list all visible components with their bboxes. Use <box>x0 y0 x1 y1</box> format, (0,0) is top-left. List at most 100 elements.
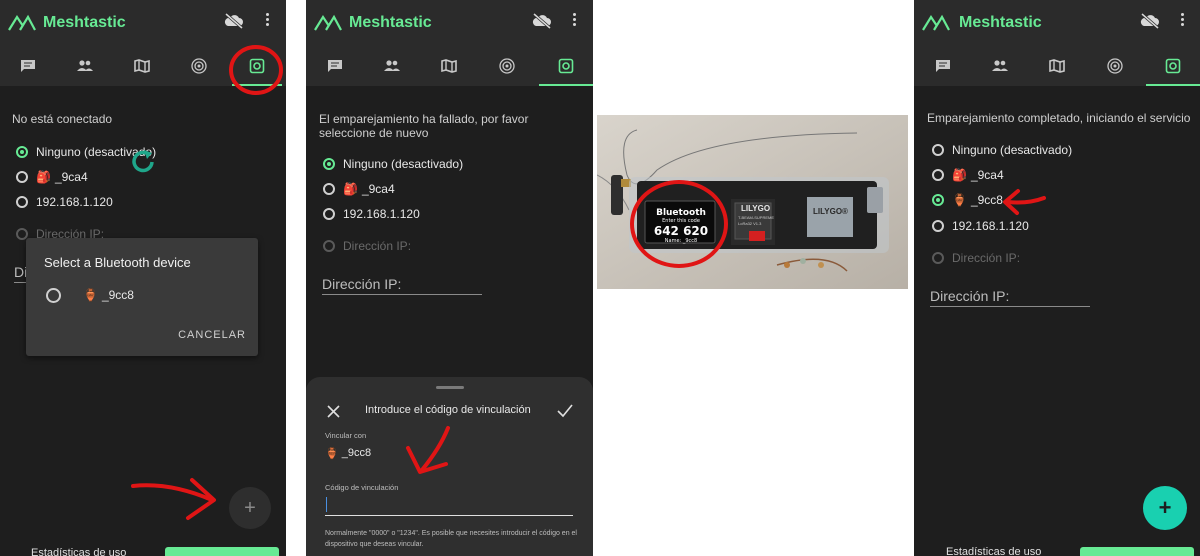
option-ip[interactable]: 192.168.1.120 <box>932 216 1029 236</box>
bottom-button[interactable] <box>165 547 279 556</box>
board-brand: LILYGO <box>741 204 771 213</box>
map-icon <box>441 59 457 73</box>
bottom-button[interactable] <box>1080 547 1194 556</box>
ip-address-field[interactable]: Dirección IP: <box>930 288 1090 307</box>
radio[interactable] <box>323 208 335 220</box>
radio[interactable] <box>932 220 944 232</box>
connection-status: El emparejamiento ha fallado, por favor … <box>319 112 529 140</box>
tab-messages[interactable] <box>918 46 968 86</box>
pairing-hint: Normalmente "0000" o "1234". Es posible … <box>325 530 577 548</box>
connection-status: No está conectado <box>12 112 113 126</box>
tab-map[interactable] <box>424 46 474 86</box>
tab-settings[interactable] <box>232 46 282 86</box>
map-icon <box>134 59 150 73</box>
pairing-code-input[interactable] <box>325 495 573 516</box>
option-none[interactable]: Ninguno (desactivado) <box>16 142 156 162</box>
radio[interactable] <box>932 144 944 156</box>
channel-icon <box>1107 58 1123 74</box>
settings-icon <box>558 58 574 74</box>
option-label: 192.168.1.120 <box>952 219 1029 233</box>
radio-selected[interactable] <box>323 158 335 170</box>
device-emoji-icon: 🎒 <box>36 170 51 184</box>
option-label: Dirección IP: <box>952 251 1021 265</box>
tab-channel[interactable] <box>482 46 532 86</box>
option-label: 192.168.1.120 <box>343 207 420 221</box>
meshtastic-logo-icon <box>314 14 342 31</box>
add-fab[interactable]: + <box>1143 486 1187 530</box>
device-photo: Bluetooth Enter this code 642 620 Name: … <box>597 115 908 289</box>
tab-settings[interactable] <box>539 46 593 86</box>
app-title: Meshtastic <box>959 14 1042 31</box>
more-vert-icon[interactable] <box>264 13 270 29</box>
cloud-off-icon[interactable] <box>224 13 244 29</box>
cloud-off-icon[interactable] <box>1140 13 1160 29</box>
device-emoji-icon: 🏺 <box>83 288 98 302</box>
tab-channel[interactable] <box>1090 46 1140 86</box>
add-fab[interactable]: + <box>229 487 271 529</box>
device-emoji-icon: 🎒 <box>343 182 358 196</box>
link-device: 🏺 _9cc8 <box>325 443 371 463</box>
board-model: T-BEAM-SUPREME <box>738 215 775 220</box>
option-device-9ca4[interactable]: 🎒 _9ca4 <box>932 165 1004 185</box>
option-ip-address[interactable]: Dirección IP: <box>323 236 411 256</box>
tab-messages[interactable] <box>310 46 360 86</box>
option-none[interactable]: Ninguno (desactivado) <box>932 140 1072 160</box>
tab-map[interactable] <box>1032 46 1082 86</box>
option-ip[interactable]: 192.168.1.120 <box>323 204 420 224</box>
dialog-device-9cc8[interactable]: 🏺 _9cc8 <box>46 285 134 305</box>
option-label: _9ca4 <box>54 170 88 184</box>
cloud-off-icon[interactable] <box>532 13 552 29</box>
radio[interactable] <box>16 196 28 208</box>
tab-users[interactable] <box>367 46 417 86</box>
more-vert-icon[interactable] <box>571 13 577 29</box>
oled-screen: Bluetooth Enter this code 642 620 Name: … <box>651 208 711 245</box>
radio-selected[interactable] <box>932 194 944 206</box>
option-device-9cc8[interactable]: 🏺 _9cc8 <box>932 190 1003 210</box>
radio[interactable] <box>323 183 335 195</box>
radio[interactable] <box>932 252 944 264</box>
option-device-9ca4[interactable]: 🎒 _9ca4 <box>323 179 395 199</box>
app-bar: Meshtastic <box>306 0 593 46</box>
cancel-button[interactable]: CANCELAR <box>178 329 246 341</box>
code-label: Código de vinculación <box>325 483 399 492</box>
option-label: _9ca4 <box>970 168 1004 182</box>
users-icon <box>384 60 400 71</box>
messages-icon <box>21 60 35 72</box>
map-icon <box>1049 59 1065 73</box>
tab-messages[interactable] <box>3 46 53 86</box>
close-icon[interactable] <box>327 405 340 418</box>
more-vert-icon[interactable] <box>1179 13 1185 29</box>
tab-users[interactable] <box>975 46 1025 86</box>
option-ip-address[interactable]: Dirección IP: <box>932 248 1020 268</box>
oled-title: Bluetooth <box>656 208 706 218</box>
app-bar: Meshtastic <box>914 0 1200 46</box>
screen-bluetooth-select: Meshtastic No está conectado Ninguno (de… <box>0 0 286 556</box>
option-device-9ca4[interactable]: 🎒 _9ca4 <box>16 167 88 187</box>
device-emoji-icon: 🏺 <box>325 447 339 460</box>
ip-address-field[interactable]: Dirección IP: <box>322 276 482 295</box>
app-title: Meshtastic <box>349 14 432 31</box>
check-icon[interactable] <box>557 404 573 418</box>
link-with-label: Vincular con <box>325 431 367 440</box>
radio[interactable] <box>932 169 944 181</box>
option-none[interactable]: Ninguno (desactivado) <box>323 154 463 174</box>
meshtastic-logo-icon <box>8 14 36 31</box>
radio[interactable] <box>46 287 61 303</box>
option-label: Dirección IP: <box>343 239 412 253</box>
radio[interactable] <box>323 240 335 252</box>
option-ip[interactable]: 192.168.1.120 <box>16 192 113 212</box>
sheet-title: Introduce el código de vinculación <box>365 404 531 416</box>
device-emoji-icon: 🏺 <box>952 193 967 207</box>
tab-map[interactable] <box>117 46 167 86</box>
tab-users[interactable] <box>60 46 110 86</box>
tab-settings[interactable] <box>1146 46 1200 86</box>
annotation-arrow <box>131 478 216 520</box>
radio-selected[interactable] <box>16 146 28 158</box>
users-icon <box>992 60 1008 71</box>
drag-handle[interactable] <box>436 386 464 389</box>
users-icon <box>77 60 93 71</box>
module-brand: LILYGO® <box>813 207 848 216</box>
device-name: _9cc8 <box>341 447 372 459</box>
tab-channel[interactable] <box>174 46 224 86</box>
radio[interactable] <box>16 171 28 183</box>
